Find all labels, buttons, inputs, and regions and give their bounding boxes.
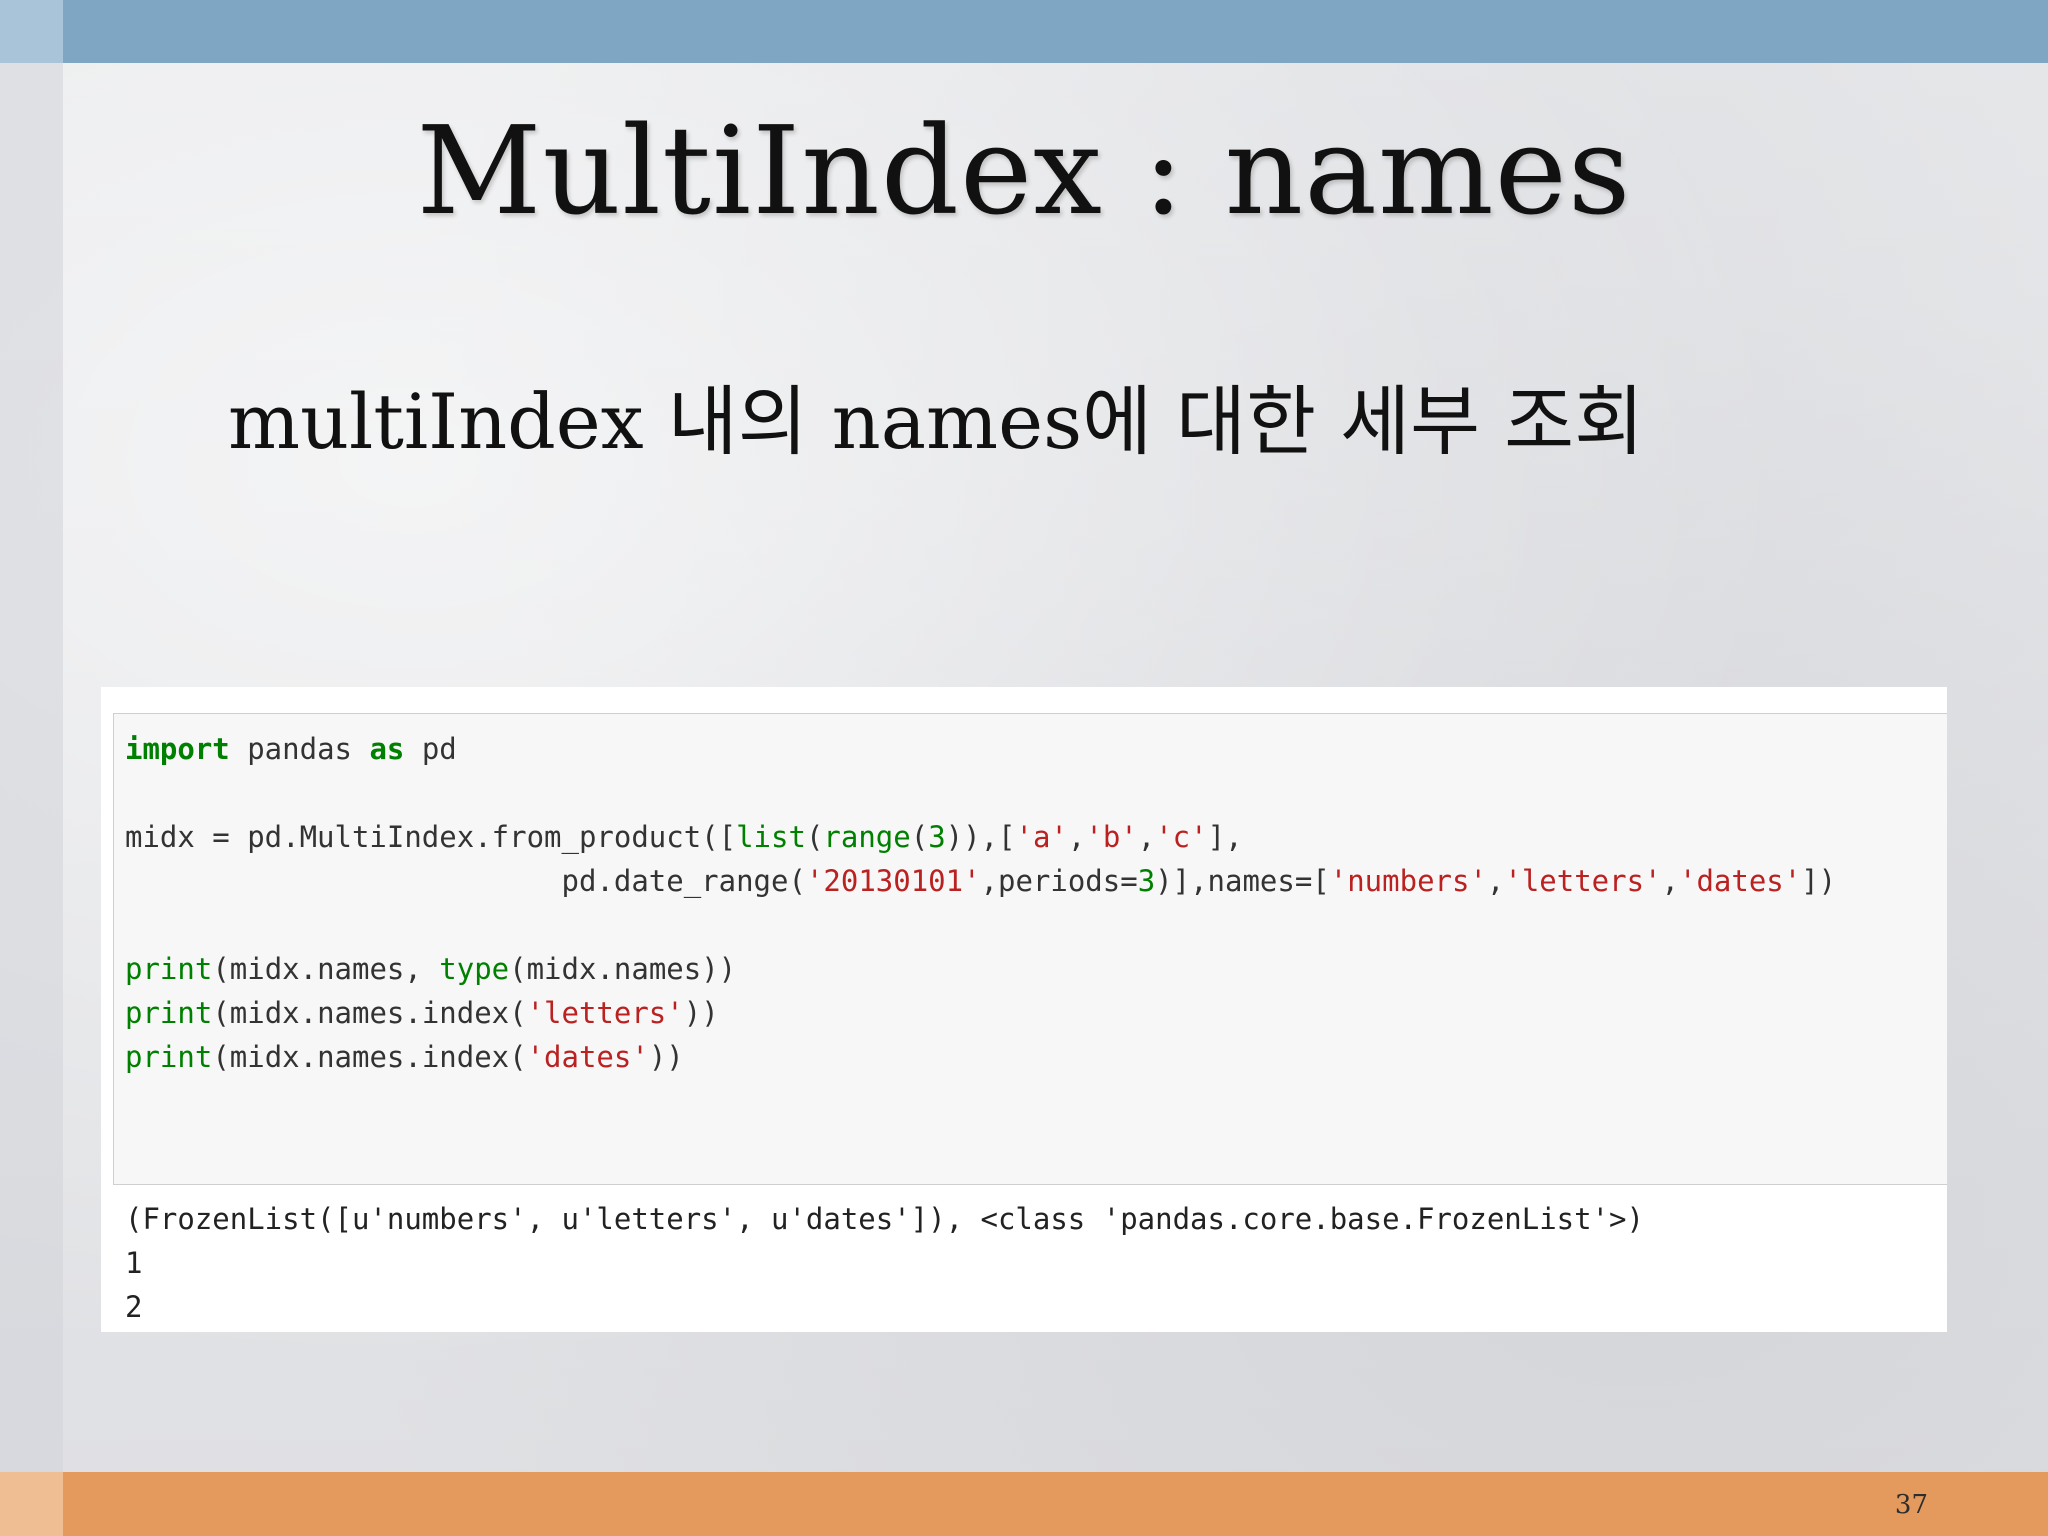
code-token: (midx.names.index(: [212, 1040, 527, 1074]
code-token: ,: [1067, 820, 1086, 854]
keyword-token: import: [125, 732, 230, 766]
string-token: 'dates': [1678, 864, 1802, 898]
slide-title: MultiIndex : names: [416, 100, 1632, 242]
code-token: ],: [1207, 820, 1243, 854]
string-token: 'a': [1015, 820, 1068, 854]
code-token: )),[: [945, 820, 1016, 854]
slide-subtitle: multiIndex 내의 names에 대한 세부 조회: [228, 377, 1644, 466]
code-token: pandas: [229, 732, 370, 766]
output-line-1: (FrozenList([u'numbers', u'letters', u'd…: [125, 1202, 1644, 1236]
string-token: 'dates': [526, 1040, 649, 1074]
string-token: 'c': [1155, 820, 1208, 854]
cell-output: (FrozenList([u'numbers', u'letters', u'd…: [125, 1197, 1644, 1329]
top-accent-bar: [0, 0, 2048, 63]
string-token: '20130101': [805, 864, 981, 898]
top-bar-corner: [0, 0, 63, 63]
string-token: 'letters': [526, 996, 684, 1030]
code-token: ,: [1486, 864, 1505, 898]
code-token: ]): [1801, 864, 1837, 898]
code-line-5: print(midx.names.index('letters')): [125, 996, 719, 1030]
code-token: pd: [404, 732, 457, 766]
bottom-accent-bar: [0, 1472, 2048, 1536]
code-line-4: print(midx.names, type(midx.names)): [125, 952, 736, 986]
builtin-token: type: [439, 952, 510, 986]
code-token: midx = pd.MultiIndex.from_product([: [125, 820, 737, 854]
code-line-3: pd.date_range('20130101',periods=3)],nam…: [125, 864, 1837, 898]
code-line-2: midx = pd.MultiIndex.from_product([list(…: [125, 820, 1243, 854]
code-token: (: [910, 820, 929, 854]
bottom-bar-corner: [0, 1472, 63, 1536]
builtin-token: print: [125, 996, 213, 1030]
number-token: 3: [1137, 864, 1156, 898]
page-number: 37: [1894, 1490, 1928, 1520]
code-token: (midx.names,: [212, 952, 440, 986]
number-token: 3: [928, 820, 946, 854]
string-token: 'numbers': [1329, 864, 1487, 898]
code-line-1: import pandas as pd: [125, 732, 457, 766]
code-token: )): [683, 996, 719, 1030]
code-token: ,periods=: [980, 864, 1138, 898]
code-line-6: print(midx.names.index('dates')): [125, 1040, 684, 1074]
code-token: pd.date_range(: [561, 864, 806, 898]
code-token: (: [805, 820, 824, 854]
code-block: import pandas as pd midx = pd.MultiIndex…: [125, 727, 1836, 1079]
code-token: ,: [1661, 864, 1679, 898]
builtin-token: print: [125, 952, 213, 986]
output-line-2: 1: [125, 1246, 143, 1280]
code-token: ,: [1137, 820, 1156, 854]
string-token: 'b': [1085, 820, 1138, 854]
keyword-token: as: [369, 732, 405, 766]
builtin-token: print: [125, 1040, 213, 1074]
builtin-token: range: [823, 820, 911, 854]
string-token: 'letters': [1504, 864, 1662, 898]
builtin-token: list: [736, 820, 806, 854]
code-token: (midx.names.index(: [212, 996, 527, 1030]
code-token: (midx.names)): [509, 952, 737, 986]
code-token: )): [648, 1040, 684, 1074]
output-line-3: 2: [125, 1290, 143, 1324]
notebook-screenshot: import pandas as pd midx = pd.MultiIndex…: [101, 687, 1947, 1332]
code-token: )],names=[: [1155, 864, 1330, 898]
